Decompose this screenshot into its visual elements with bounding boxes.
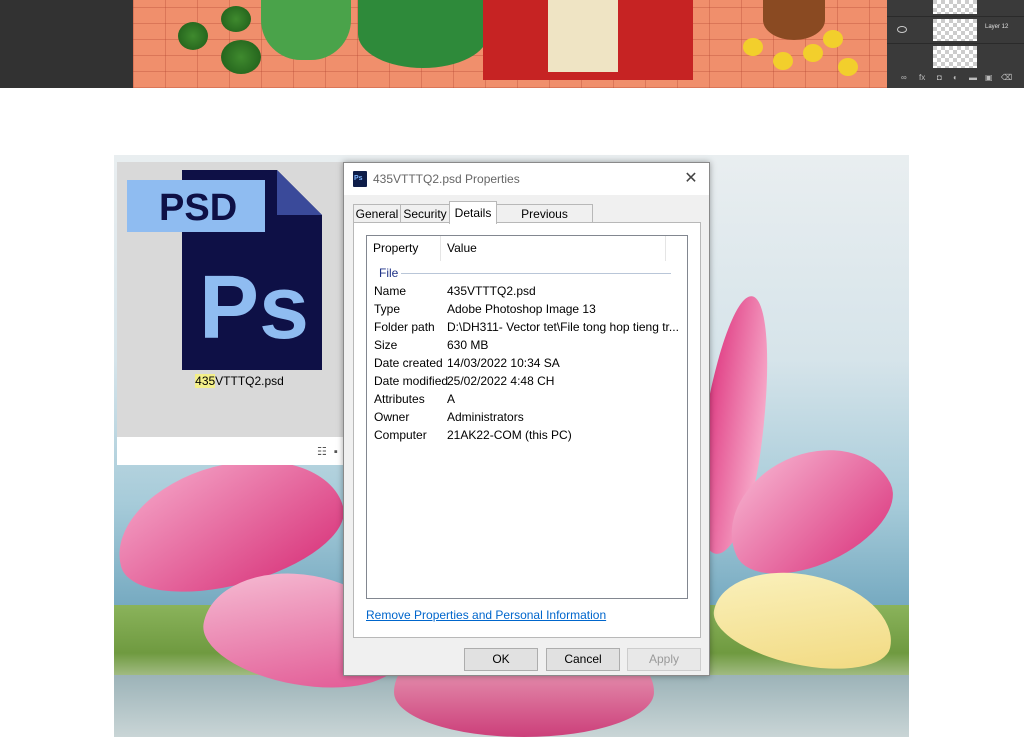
green-dragon-graphic	[358, 0, 488, 68]
gift-basket-graphic	[261, 0, 351, 60]
title-icon-label: Ps	[354, 175, 363, 182]
property-name: Folder path	[374, 320, 435, 334]
close-icon[interactable]: ✕	[680, 168, 702, 190]
property-name: Owner	[374, 410, 410, 424]
file-name-highlight: 435	[195, 374, 216, 388]
remove-properties-link[interactable]: Remove Properties and Personal Informati…	[366, 608, 606, 622]
file-explorer-pane: PSD Ps 435VTTTQ2.psd ☷ ▪	[117, 162, 362, 465]
details-tab-panel: Property Value File Name 435VTTTQ2.psd T…	[353, 222, 701, 638]
selected-file-item[interactable]: PSD Ps 435VTTTQ2.psd	[117, 162, 362, 437]
property-value: 435VTTTQ2.psd	[447, 284, 536, 298]
property-row[interactable]: Owner Administrators	[367, 410, 685, 428]
properties-list[interactable]: Property Value File Name 435VTTTQ2.psd T…	[366, 235, 688, 599]
tab-details[interactable]: Details	[449, 201, 497, 224]
link-icon[interactable]: ∞	[901, 73, 907, 82]
layer-thumbnail	[933, 46, 977, 68]
layer-tools-bar: ∞ fx ◘ ◐ ▬ ▣ ⌫	[887, 70, 1024, 88]
watermelon-graphic	[221, 40, 261, 74]
chick-graphic	[773, 52, 793, 70]
tab-previous-versions[interactable]: Previous Versions	[496, 204, 593, 239]
mask-icon[interactable]: ◘	[937, 73, 942, 82]
cancel-button[interactable]: Cancel	[546, 648, 620, 671]
properties-dialog: Ps 435VTTTQ2.psd Properties ✕ General Se…	[343, 162, 710, 676]
dialog-title: 435VTTTQ2.psd Properties	[373, 172, 520, 186]
column-header-property[interactable]: Property	[367, 236, 441, 261]
property-name: Attributes	[374, 392, 425, 406]
property-value: 630 MB	[447, 338, 489, 352]
property-value: D:\DH311- Vector tet\File tong hop tieng…	[447, 320, 679, 334]
property-row[interactable]: Name 435VTTTQ2.psd	[367, 284, 685, 302]
adjustment-icon[interactable]: ◐	[953, 73, 958, 82]
group-header-file: File	[379, 266, 399, 280]
psd-file-icon: PSD Ps	[127, 170, 322, 370]
property-name: Type	[374, 302, 401, 316]
property-name: Name	[374, 284, 407, 298]
trash-icon[interactable]: ⌫	[1001, 73, 1012, 82]
psd-badge-text: PSD	[159, 187, 237, 229]
new-layer-icon[interactable]: ▣	[985, 73, 993, 82]
layer-thumbnail	[933, 19, 977, 41]
property-value: 14/03/2022 10:34 SA	[447, 356, 560, 370]
property-row[interactable]: Size 630 MB	[367, 338, 685, 356]
eye-icon[interactable]	[897, 26, 907, 33]
tab-general[interactable]: General	[353, 204, 401, 223]
layer-row[interactable]: Layer 12	[887, 17, 1024, 44]
group-divider	[401, 273, 671, 274]
property-row[interactable]: Computer 21AK22-COM (this PC)	[367, 428, 685, 446]
photoshop-strip: Layer 12 ∞ fx ◘ ◐ ▬ ▣ ⌫	[0, 0, 1024, 88]
folder-icon[interactable]: ▬	[969, 73, 977, 82]
fx-icon[interactable]: fx	[919, 73, 925, 82]
property-name: Date created	[374, 356, 443, 370]
list-header: Property Value	[367, 236, 667, 261]
property-value: Adobe Photoshop Image 13	[447, 302, 596, 316]
column-header-value[interactable]: Value	[441, 236, 666, 261]
property-row[interactable]: Type Adobe Photoshop Image 13	[367, 302, 685, 320]
chick-graphic	[838, 58, 858, 76]
property-value: 21AK22-COM (this PC)	[447, 428, 572, 442]
rooster-graphic	[763, 0, 825, 40]
property-row[interactable]: Date modified 25/02/2022 4:48 CH	[367, 374, 685, 392]
property-name: Date modified	[374, 374, 449, 388]
scroll-graphic	[548, 0, 618, 72]
property-value: A	[447, 392, 456, 406]
property-row[interactable]: Date created 14/03/2022 10:34 SA	[367, 356, 685, 374]
ok-button[interactable]: OK	[464, 648, 538, 671]
dialog-titlebar[interactable]: Ps 435VTTTQ2.psd Properties ✕	[344, 163, 709, 195]
chick-graphic	[803, 44, 823, 62]
layer-row[interactable]	[887, 44, 1024, 71]
photoshop-file-icon: Ps	[353, 171, 367, 187]
file-name-rest: VTTTQ2.psd	[215, 374, 284, 388]
view-toggle-icons[interactable]: ☷ ▪	[317, 445, 340, 458]
ps-logo-text: Ps	[199, 258, 309, 358]
property-row[interactable]: Attributes A	[367, 392, 685, 410]
layer-name: Layer 12	[985, 24, 1009, 30]
tab-security[interactable]: Security	[400, 204, 450, 223]
photoshop-canvas-artwork	[133, 0, 887, 88]
property-name: Computer	[374, 428, 427, 442]
property-row[interactable]: Folder path D:\DH311- Vector tet\File to…	[367, 320, 685, 338]
property-value: 25/02/2022 4:48 CH	[447, 374, 555, 388]
apply-button[interactable]: Apply	[627, 648, 701, 671]
layer-row[interactable]	[887, 0, 1024, 17]
property-value: Administrators	[447, 410, 524, 424]
file-name-label[interactable]: 435VTTTQ2.psd	[117, 374, 362, 388]
chick-graphic	[743, 38, 763, 56]
layer-thumbnail	[933, 0, 977, 14]
watermelon-graphic	[178, 22, 208, 50]
photoshop-left-panel	[0, 0, 133, 88]
chick-graphic	[823, 30, 843, 48]
property-name: Size	[374, 338, 398, 352]
watermelon-graphic	[221, 6, 251, 32]
photoshop-layers-panel: Layer 12 ∞ fx ◘ ◐ ▬ ▣ ⌫	[887, 0, 1024, 88]
